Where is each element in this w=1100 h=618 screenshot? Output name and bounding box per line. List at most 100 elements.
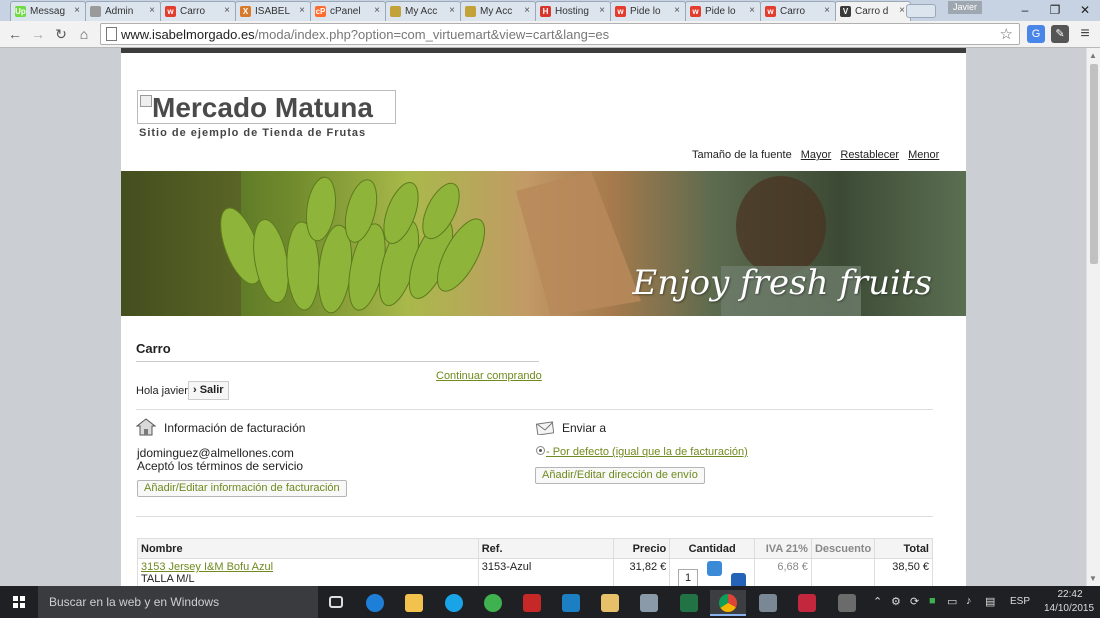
column-header-discount: Descuento <box>810 538 876 559</box>
edit-shipping-button[interactable]: Añadir/Editar dirección de envío <box>535 467 705 484</box>
browser-tab[interactable]: w Carro × <box>160 1 236 21</box>
volume-icon[interactable]: ♪ <box>966 595 972 607</box>
start-button[interactable] <box>0 586 38 618</box>
continue-shopping-link[interactable]: Continuar comprando <box>436 370 542 382</box>
close-tab-icon[interactable]: × <box>824 5 830 16</box>
browser-tab[interactable]: w Pide lo × <box>610 1 686 21</box>
taskbar-search-box[interactable]: Buscar en la web y en Windows <box>38 586 318 618</box>
edge-icon[interactable] <box>357 590 393 616</box>
bookmark-star-icon[interactable]: ☆ <box>1000 25 1013 43</box>
folder-icon[interactable] <box>592 590 628 616</box>
browser-toolbar: ← → ↻ ⌂ www.isabelmorgado.es/moda/index.… <box>0 21 1100 48</box>
file-explorer-icon[interactable] <box>396 590 432 616</box>
skype-icon[interactable] <box>436 590 472 616</box>
settings-app-icon[interactable] <box>829 590 865 616</box>
font-smaller-link[interactable]: Menor <box>908 149 939 161</box>
upwork-icon: Up <box>15 6 26 17</box>
shipping-default-option[interactable]: - Por defecto (igual que la de facturaci… <box>546 446 748 458</box>
browser-tab[interactable]: Up Messag × <box>10 1 86 21</box>
minimize-button[interactable]: – <box>1010 0 1040 20</box>
browser-tab[interactable]: w Pide lo × <box>685 1 761 21</box>
tab-label: My Acc <box>405 6 438 17</box>
close-tab-icon[interactable]: × <box>524 5 530 16</box>
font-bigger-link[interactable]: Mayor <box>801 149 832 161</box>
tray-sync-icon[interactable]: ⟳ <box>910 595 919 608</box>
profile-button[interactable]: Javier <box>948 1 982 14</box>
battery-icon[interactable]: ▭ <box>947 595 957 608</box>
chrome-menu-icon[interactable]: ≡ <box>1076 25 1094 43</box>
notifications-icon[interactable]: ▤ <box>985 595 995 608</box>
restore-button[interactable]: ❐ <box>1040 0 1070 20</box>
product-tax: 6,68 € <box>754 558 812 586</box>
editor-icon[interactable] <box>631 590 667 616</box>
filezilla-icon[interactable] <box>514 590 550 616</box>
close-tab-icon[interactable]: × <box>599 5 605 16</box>
tray-green-icon[interactable]: ■ <box>929 595 936 607</box>
delete-item-icon[interactable] <box>731 573 747 586</box>
close-tab-icon[interactable]: × <box>899 5 905 16</box>
browser-tab[interactable]: w Carro × <box>760 1 836 21</box>
clock-time[interactable]: 22:42 <box>1046 589 1094 600</box>
new-tab-button[interactable] <box>906 4 936 18</box>
scroll-up-arrow-icon[interactable]: ▲ <box>1089 51 1097 60</box>
search-placeholder: Buscar en la web y en Windows <box>49 595 220 609</box>
clock-date[interactable]: 14/10/2015 <box>1040 603 1098 614</box>
close-tab-icon[interactable]: × <box>224 5 230 16</box>
font-reset-link[interactable]: Restablecer <box>840 149 899 161</box>
browser-tab[interactable]: My Acc × <box>385 1 461 21</box>
tray-app-icon[interactable]: ⚙ <box>891 595 901 608</box>
browser-tab[interactable]: X ISABEL × <box>235 1 311 21</box>
chrome-icon[interactable] <box>710 590 746 616</box>
scroll-down-arrow-icon[interactable]: ▼ <box>1089 574 1097 583</box>
excel-icon[interactable] <box>671 590 707 616</box>
pdf-icon[interactable] <box>789 590 825 616</box>
tray-expand-icon[interactable]: ⌃ <box>873 595 882 608</box>
browser-tab[interactable]: My Acc × <box>460 1 536 21</box>
product-cell: 3153 Jersey I&M Bofu Azul TALLA M/L <box>137 558 479 586</box>
broken-image-icon <box>140 95 152 107</box>
close-tab-icon[interactable]: × <box>374 5 380 16</box>
forward-arrow-icon[interactable]: → <box>29 25 47 43</box>
close-tab-icon[interactable]: × <box>74 5 80 16</box>
translate-extension-icon[interactable]: G <box>1027 25 1045 43</box>
app-green-icon[interactable] <box>475 590 511 616</box>
home-icon[interactable]: ⌂ <box>75 25 93 43</box>
utility-icon[interactable] <box>750 590 786 616</box>
scrollbar-thumb[interactable] <box>1090 64 1098 264</box>
billing-email: jdominguez@almellones.com <box>137 446 294 460</box>
close-window-button[interactable]: ✕ <box>1070 0 1100 20</box>
close-tab-icon[interactable]: × <box>149 5 155 16</box>
address-bar[interactable]: www.isabelmorgado.es/moda/index.php?opti… <box>100 23 1020 45</box>
product-total: 38,50 € <box>874 558 933 586</box>
back-arrow-icon[interactable]: ← <box>6 25 24 43</box>
extension-icon[interactable]: ✎ <box>1051 25 1069 43</box>
shipping-default-radio[interactable] <box>536 446 545 455</box>
admin-page-icon <box>90 6 101 17</box>
quantity-input[interactable]: 1 <box>678 569 699 586</box>
product-link[interactable]: 3153 Jersey I&M Bofu Azul <box>141 561 273 573</box>
site-logo[interactable]: Mercado Matuna <box>137 90 396 124</box>
update-quantity-icon[interactable] <box>707 561 723 576</box>
task-view-icon[interactable] <box>318 590 354 616</box>
close-tab-icon[interactable]: × <box>749 5 755 16</box>
logout-button[interactable]: › Salir <box>188 381 229 400</box>
browser-tab[interactable]: V Carro d × <box>835 1 911 21</box>
close-tab-icon[interactable]: × <box>449 5 455 16</box>
title-divider <box>136 361 539 362</box>
tab-label: Carro d <box>855 6 889 17</box>
browser-tab[interactable]: H Hosting × <box>535 1 611 21</box>
edit-billing-button[interactable]: Añadir/Editar información de facturación <box>137 480 347 497</box>
url-text[interactable]: www.isabelmorgado.es/moda/index.php?opti… <box>121 27 609 42</box>
browser-tab[interactable]: Admin × <box>85 1 161 21</box>
close-tab-icon[interactable]: × <box>674 5 680 16</box>
product-discount <box>810 558 876 586</box>
logo-alt-text: Mercado Matuna <box>152 92 373 123</box>
page-scrollbar[interactable]: ▲ ▼ <box>1086 48 1100 586</box>
tab-label: Pide lo <box>705 6 736 17</box>
browser-tab[interactable]: cP cPanel × <box>310 1 386 21</box>
close-tab-icon[interactable]: × <box>299 5 305 16</box>
tab-label: Messag <box>30 6 66 17</box>
language-indicator[interactable]: ESP <box>1010 596 1030 607</box>
store-app-icon[interactable] <box>553 590 589 616</box>
reload-icon[interactable]: ↻ <box>52 25 70 43</box>
